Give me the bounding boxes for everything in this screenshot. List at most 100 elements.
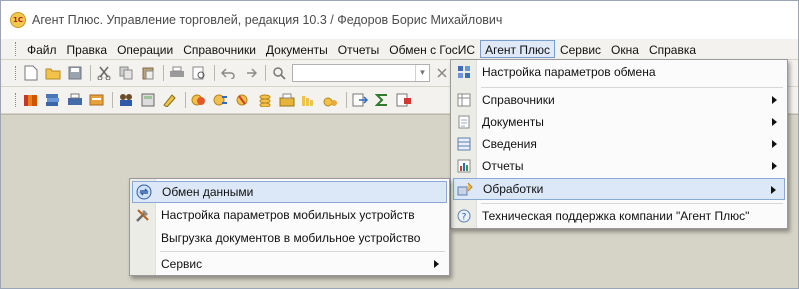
menu-separator (481, 87, 783, 88)
menu-catalogs[interactable]: Справочники (178, 40, 261, 58)
money-transfer-icon[interactable] (212, 91, 230, 109)
menu-item-data-exchange[interactable]: Обмен данными (132, 181, 447, 203)
cut-icon[interactable] (95, 64, 113, 82)
menu-item-label: Сведения (482, 137, 537, 151)
search-input[interactable]: ▼ (292, 64, 430, 82)
calculator-icon[interactable] (139, 91, 157, 109)
submenu-arrow-icon (771, 186, 776, 194)
cash-in-icon[interactable] (234, 91, 252, 109)
toolbar-separator (214, 65, 215, 81)
processing-submenu: Обмен данными Настройка параметров мобил… (129, 178, 450, 276)
coins-small-icon[interactable] (322, 91, 340, 109)
menu-documents[interactable]: Документы (261, 40, 333, 58)
submenu-arrow-icon (772, 140, 777, 148)
printer-blue-icon[interactable] (66, 91, 84, 109)
catalog-icon (453, 89, 475, 111)
svg-text:?: ? (462, 213, 467, 223)
toolbar-separator (112, 92, 113, 108)
document-arrow-icon[interactable] (351, 91, 369, 109)
toolbar-separator (90, 65, 91, 81)
menu-item-exchange-settings[interactable]: Настройка параметров обмена (453, 61, 785, 83)
menu-operations[interactable]: Операции (112, 40, 178, 58)
coin-stack-icon[interactable] (256, 91, 274, 109)
menu-file[interactable]: Файл (22, 40, 62, 58)
menu-windows[interactable]: Окна (606, 40, 644, 58)
menu-gosis-exchange[interactable]: Обмен с ГосИС (384, 40, 480, 58)
submenu-arrow-icon (772, 162, 777, 170)
toolbar-separator (265, 65, 266, 81)
menu-separator (160, 251, 445, 252)
undo-icon[interactable] (219, 64, 237, 82)
menu-item-processing[interactable]: Обработки (453, 178, 785, 200)
document-icon (453, 111, 475, 133)
catalog-stack-icon[interactable] (44, 91, 62, 109)
menu-item-catalogs[interactable]: Справочники (453, 89, 785, 111)
users-icon[interactable] (117, 91, 135, 109)
title-bar: 1C Агент Плюс. Управление торговлей, ред… (1, 1, 798, 39)
redo-icon[interactable] (241, 64, 259, 82)
app-window: 1C Агент Плюс. Управление торговлей, ред… (0, 0, 799, 289)
toolbar-separator (163, 65, 164, 81)
window-title: Агент Плюс. Управление торговлей, редакц… (32, 13, 503, 27)
submenu-arrow-icon (434, 260, 439, 268)
folder-stack-icon[interactable] (88, 91, 106, 109)
toolbar-separator (346, 92, 347, 108)
books-icon[interactable] (22, 91, 40, 109)
agent-plus-menu: Настройка параметров обмена Справочники … (450, 59, 788, 229)
settings-grid-icon (453, 61, 475, 83)
menu-agent-plus[interactable]: Агент Плюс (480, 40, 555, 58)
submenu-arrow-icon (772, 96, 777, 104)
save-icon[interactable] (66, 64, 84, 82)
toolbar-separator (185, 92, 186, 108)
cash-register-icon[interactable] (278, 91, 296, 109)
help-icon: ? (453, 205, 475, 227)
print-icon[interactable] (168, 64, 186, 82)
menu-item-mobile-settings[interactable]: Настройка параметров мобильных устройств (132, 204, 447, 226)
menu-item-info[interactable]: Сведения (453, 133, 785, 155)
menu-item-upload-documents[interactable]: Выгрузка документов в мобильное устройст… (132, 227, 447, 249)
coin-rows-icon[interactable] (300, 91, 318, 109)
clear-search-icon[interactable] (433, 64, 451, 82)
main-menu-bar: Файл Правка Операции Справочники Докумен… (1, 39, 798, 59)
menu-item-label: Настройка параметров мобильных устройств (161, 208, 415, 222)
sum-icon[interactable] (373, 91, 391, 109)
menu-item-service[interactable]: Сервис (132, 253, 447, 275)
menu-grip[interactable] (15, 42, 17, 56)
toolbar-grip[interactable] (15, 66, 17, 80)
menu-item-tech-support[interactable]: ? Техническая поддержка компании "Агент … (453, 205, 785, 227)
info-table-icon (453, 133, 475, 155)
menu-help[interactable]: Справка (644, 40, 701, 58)
menu-item-label: Сервис (161, 257, 203, 271)
menu-item-label: Обработки (483, 182, 544, 196)
menu-item-reports[interactable]: Отчеты (453, 155, 785, 177)
menu-item-label: Отчеты (482, 159, 524, 173)
search-icon[interactable] (270, 64, 288, 82)
1c-logo-icon: 1C (10, 12, 26, 28)
menu-service[interactable]: Сервис (555, 40, 606, 58)
menu-reports[interactable]: Отчеты (333, 40, 384, 58)
open-folder-icon[interactable] (44, 64, 62, 82)
report-chart-icon (453, 155, 475, 177)
menu-item-label: Выгрузка документов в мобильное устройст… (161, 231, 421, 245)
menu-separator (481, 203, 783, 204)
menu-edit[interactable]: Правка (62, 40, 113, 58)
print-preview-icon[interactable] (190, 64, 208, 82)
chevron-down-icon[interactable]: ▼ (415, 65, 429, 81)
toolbar-grip[interactable] (15, 93, 17, 107)
menu-item-documents[interactable]: Документы (453, 111, 785, 133)
menu-item-label: Справочники (482, 93, 555, 107)
new-document-icon[interactable] (22, 64, 40, 82)
menu-item-label: Техническая поддержка компании "Агент Пл… (482, 209, 750, 223)
exchange-icon (133, 181, 155, 203)
menu-item-label: Настройка параметров обмена (482, 65, 656, 79)
document-red-icon[interactable] (395, 91, 413, 109)
menu-item-label: Обмен данными (162, 185, 254, 199)
processing-icon (454, 178, 476, 200)
paste-icon[interactable] (139, 64, 157, 82)
tools-icon (132, 204, 154, 226)
edit-list-icon[interactable] (161, 91, 179, 109)
copy-icon[interactable] (117, 64, 135, 82)
coins-icon[interactable] (190, 91, 208, 109)
menu-item-label: Документы (482, 115, 544, 129)
submenu-arrow-icon (772, 118, 777, 126)
